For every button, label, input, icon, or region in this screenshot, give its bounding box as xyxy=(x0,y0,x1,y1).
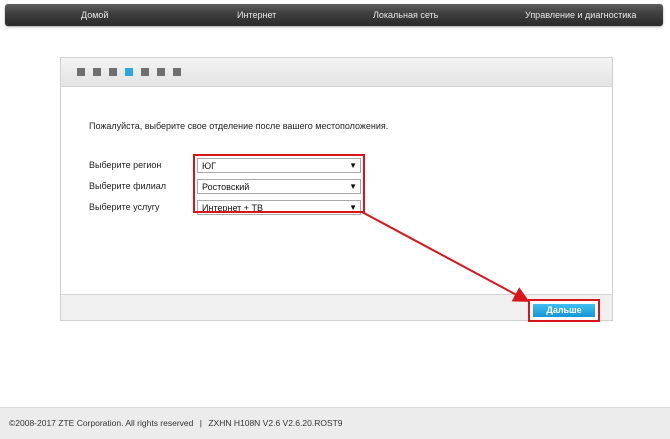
firmware-version: ZXHN H108N V2.6 V2.6.20.ROST9 xyxy=(208,418,343,428)
dropdown-arrow-icon: ▼ xyxy=(349,161,357,170)
step-dot-active xyxy=(125,68,133,76)
nav-home[interactable]: Домой xyxy=(81,4,108,26)
nav-internet[interactable]: Интернет xyxy=(237,4,276,26)
branch-label: Выберите филиал xyxy=(89,181,167,191)
step-dot xyxy=(141,68,149,76)
setup-wizard-panel: Пожалуйста, выберите свое отделение посл… xyxy=(60,57,613,321)
service-label: Выберите услугу xyxy=(89,202,160,212)
copyright-text: ©2008-2017 ZTE Corporation. All rights r… xyxy=(9,418,194,428)
top-navigation-bar: Домой Интернет Локальная сеть Управление… xyxy=(5,4,663,26)
nav-local-network[interactable]: Локальная сеть xyxy=(373,4,438,26)
service-select-value: Интернет + ТВ xyxy=(202,203,264,213)
region-row: Выберите регион ЮГ ▼ xyxy=(89,158,609,174)
step-dot xyxy=(77,68,85,76)
step-dot xyxy=(109,68,117,76)
wizard-instructions: Пожалуйста, выберите свое отделение посл… xyxy=(89,121,389,131)
region-select[interactable]: ЮГ ▼ xyxy=(197,158,361,173)
region-select-value: ЮГ xyxy=(202,161,216,171)
region-label: Выберите регион xyxy=(89,160,162,170)
wizard-header xyxy=(61,58,612,87)
branch-select-value: Ростовский xyxy=(202,182,250,192)
step-dot xyxy=(157,68,165,76)
service-row: Выберите услугу Интернет + ТВ ▼ xyxy=(89,200,609,216)
nav-management-diagnostics[interactable]: Управление и диагностика xyxy=(525,4,636,26)
branch-select[interactable]: Ростовский ▼ xyxy=(197,179,361,194)
step-dot xyxy=(93,68,101,76)
branch-row: Выберите филиал Ростовский ▼ xyxy=(89,179,609,195)
service-select[interactable]: Интернет + ТВ ▼ xyxy=(197,200,361,215)
next-button[interactable]: Дальше xyxy=(533,304,595,317)
step-dot xyxy=(173,68,181,76)
step-indicator xyxy=(77,68,189,76)
footer-info: ©2008-2017 ZTE Corporation. All rights r… xyxy=(9,418,343,428)
next-button-highlight-annotation: Дальше xyxy=(528,299,600,322)
dropdown-arrow-icon: ▼ xyxy=(349,203,357,212)
page-footer: ©2008-2017 ZTE Corporation. All rights r… xyxy=(0,407,670,439)
dropdown-arrow-icon: ▼ xyxy=(349,182,357,191)
footer-separator: | xyxy=(199,418,202,428)
